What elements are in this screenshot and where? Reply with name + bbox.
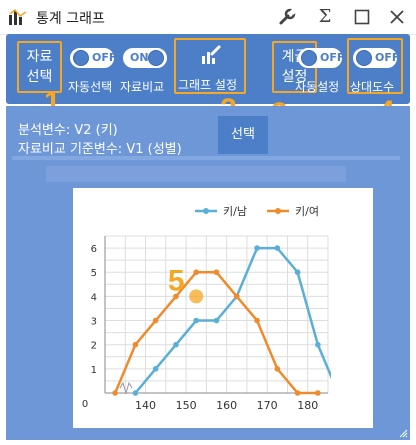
select-button[interactable]: 선택 [218,116,268,154]
data-point [254,317,260,324]
toggle-knob [73,50,89,66]
graph-settings-label: 그래프 설정 [178,78,238,92]
origin-label: 0 [82,399,88,410]
data-point [294,269,301,276]
marker-5: 5 [168,264,185,297]
chart-app-icon [9,9,27,25]
data-point [294,390,301,396]
data-point [132,341,139,348]
auto-select-label: 자동선택 [68,80,113,94]
legend-label: 키/여 [295,205,319,218]
x-tick-label: 140 [135,399,156,412]
data-point [315,390,321,396]
toolbar: 자료 선택 OFF 자동선택 ON 자료비교 그래프 설정 계급 설정 OFF … [6,34,410,104]
y-tick-label: 4 [91,292,97,303]
close-icon[interactable] [385,5,409,29]
data-select-line2: 선택 [26,69,53,85]
legend-label: 키/남 [223,205,247,218]
window-title: 통계 그래프 [36,11,105,27]
y-tick-label: 1 [91,365,97,376]
data-point [254,245,260,251]
data-point [274,245,281,251]
y-tick-label: 6 [91,244,97,255]
title-bar: 통계 그래프 Σ [0,0,416,35]
wrench-icon[interactable] [275,5,299,29]
auto-select-state: OFF [92,51,117,64]
relative-freq-state: OFF [375,51,400,64]
legend-marker [203,208,209,214]
highlight-point [189,289,204,304]
graph-panel: 선택 분석변수: V2 (키) 자료비교 기준변수: V1 (성별) 1 2 3 4 5… [6,106,410,440]
divider [12,156,400,160]
sigma-icon[interactable]: Σ [313,5,337,29]
data-compare-state: ON [130,51,149,64]
data-point [315,341,321,348]
y-tick-label: 3 [91,317,97,328]
data-point [152,366,159,372]
data-point [152,317,159,324]
data-point [132,390,139,396]
compare-variable-text: 자료비교 기준변수: V1 (성별) [18,142,182,157]
data-compare-label: 자료비교 [120,80,165,94]
frequency-polygon-chart: 1 2 3 4 5 6 0 140 150 160 170 180 5 키/남 키/여 [82,205,331,412]
y-tick-label: 2 [91,341,97,352]
relative-freq-toggle[interactable]: OFF [353,48,400,68]
legend-marker [275,208,281,214]
data-point [233,293,240,300]
graph-settings-button[interactable]: 그래프 설정 [174,38,246,94]
data-compare-toggle[interactable]: ON [123,48,167,68]
toggle-knob [301,50,317,66]
analysis-variable-text: 분석변수: V2 (키) [18,123,118,138]
data-select-line1: 자료 [26,49,53,65]
axis-break-mark [119,381,133,395]
relative-freq-button[interactable]: OFF 상대도수 [347,38,403,94]
chart-area: 1 2 3 4 5 6 0 140 150 160 170 180 5 키/남 키/여 [73,188,373,428]
x-tick-label: 180 [297,399,318,412]
resize-grip-icon[interactable] [398,428,408,438]
relative-freq-label: 상대도수 [350,80,395,94]
auto-select-toggle[interactable]: OFF [70,48,117,68]
toggle-knob [356,50,372,66]
maximize-icon[interactable] [350,5,374,29]
data-point [112,390,118,396]
panel-shade [46,166,346,182]
auto-settings-label: 자동설정 [295,80,340,94]
data-point [193,269,200,276]
graph-settings-icon [202,45,221,64]
data-point [193,317,200,324]
y-tick-label: 5 [91,268,97,279]
x-tick-label: 160 [216,399,237,412]
x-tick-label: 150 [176,399,197,412]
data-point [173,341,179,348]
auto-settings-state: OFF [320,51,345,64]
x-tick-label: 170 [257,399,278,412]
data-point [213,317,220,324]
auto-settings-toggle[interactable]: OFF [298,48,345,68]
data-point [274,366,281,372]
toggle-knob [148,50,164,66]
data-point [213,269,220,276]
